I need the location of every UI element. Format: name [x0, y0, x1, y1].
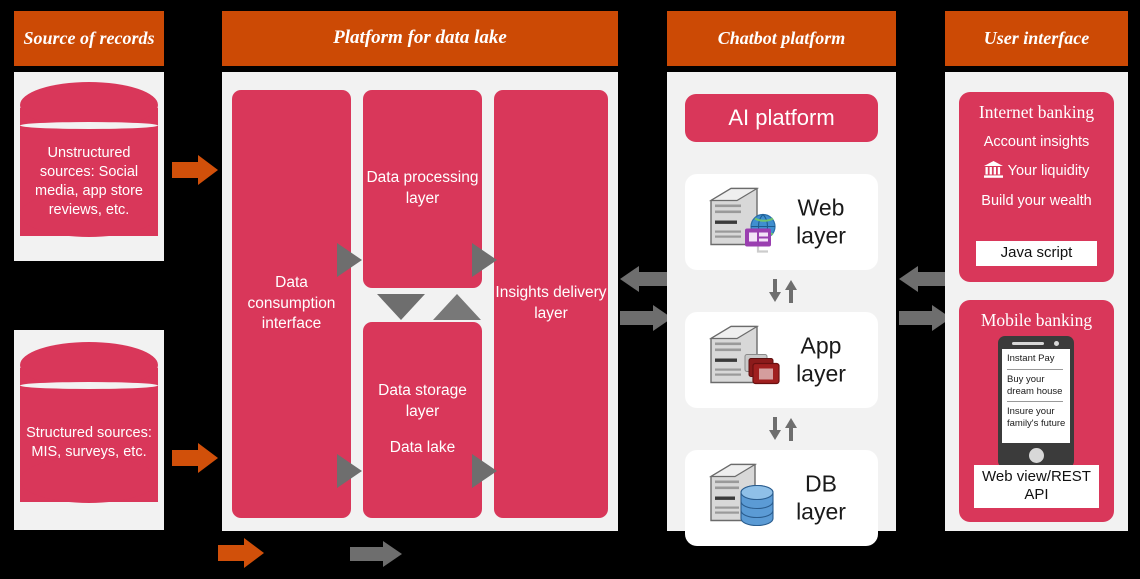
internet-banking-item-your-liquidity-label: Your liquidity [1007, 163, 1090, 179]
column-header-user-interface-label: User interface [983, 27, 1090, 48]
arrow-head [244, 538, 264, 568]
arrow-shaft [172, 162, 200, 178]
card-mobile-banking-title: Mobile banking [980, 310, 1093, 330]
cylinder-rim-divider [20, 382, 158, 389]
arrow-consumption-to-storage-icon [337, 454, 362, 488]
column-header-source-label: Source of records [23, 27, 155, 48]
legend-orange-arrow-icon [218, 538, 276, 568]
arrow-head [198, 443, 218, 473]
box-data-processing-layer[interactable]: Data processing layer [363, 90, 482, 288]
unstructured-source-label: Unstructured sources: Social media, app … [34, 145, 143, 219]
phone-menu-item-buy-your-dream-house[interactable]: Buy your dream house [1002, 370, 1070, 402]
arrow-consumption-to-processing-icon [337, 243, 362, 277]
arrow-head [198, 155, 218, 185]
chip-java-script[interactable]: Java script [976, 241, 1097, 266]
mobile-phone-illustration: Instant Pay Buy your dream house Insure … [998, 336, 1074, 468]
panel-chatbot-platform: AI platform Web layer App layer DB layer [667, 72, 896, 546]
cylinder-bottom [20, 457, 158, 503]
box-app-layer[interactable]: App layer [685, 312, 878, 408]
box-insights-delivery-layer-label: Insights delivery layer [495, 284, 607, 322]
card-internet-banking[interactable]: Internet banking Account insights Your l… [959, 92, 1114, 282]
arrow-head [620, 266, 639, 292]
arrow-shaft [620, 311, 653, 325]
arrow-unstructured-to-platform-icon [172, 155, 220, 185]
column-header-user-interface: User interface [945, 11, 1128, 66]
diagram-canvas: Source of records Platform for data lake… [0, 0, 1140, 579]
box-data-consumption-interface[interactable]: Data consumption interface [232, 90, 351, 518]
panel-structured-source: Structured sources: MIS, surveys, etc. [14, 330, 164, 530]
bank-building-icon [983, 161, 1003, 182]
card-internet-banking-title: Internet banking [978, 102, 1095, 122]
box-data-storage-layer-content: Data storage layer Data lake [363, 381, 482, 459]
internet-banking-item-build-your-wealth[interactable]: Build your wealth [959, 193, 1114, 209]
phone-menu-item-insure-your-familys-future[interactable]: Insure your family's future [1002, 402, 1070, 434]
arrow-head [899, 266, 918, 292]
chip-web-view-rest-api[interactable]: Web view/REST API [974, 464, 1099, 508]
arrow-platform-to-chatbot-icon [620, 305, 672, 331]
internet-banking-item-your-liquidity[interactable]: Your liquidity [959, 161, 1114, 182]
arrow-storage-to-processing-up-icon [433, 294, 481, 320]
arrow-head [383, 541, 402, 567]
database-cylinder-unstructured: Unstructured sources: Social media, app … [20, 82, 158, 252]
arrow-shaft [218, 545, 246, 561]
phone-speaker [1012, 342, 1044, 345]
column-header-chatbot: Chatbot platform [667, 11, 896, 66]
box-db-layer[interactable]: DB layer [685, 450, 878, 546]
box-data-lake-sublabel: Data lake [389, 439, 456, 457]
internet-banking-item-account-insights[interactable]: Account insights [959, 134, 1114, 150]
server-app-icon [697, 321, 783, 400]
cylinder-rim-divider [20, 122, 158, 129]
column-header-chatbot-label: Chatbot platform [717, 27, 846, 48]
box-ai-platform[interactable]: AI platform [685, 94, 878, 142]
phone-camera-icon [1054, 341, 1059, 346]
database-cylinder-structured: Structured sources: MIS, surveys, etc. [20, 342, 158, 518]
legend-gray-arrow-icon [350, 541, 402, 567]
phone-menu-item-instant-pay[interactable]: Instant Pay [1002, 349, 1070, 369]
structured-source-label: Structured sources: MIS, surveys, etc. [26, 425, 152, 461]
panel-unstructured-source: Unstructured sources: Social media, app … [14, 72, 164, 261]
arrow-app-db-bidirectional-icon [763, 416, 803, 442]
arrow-shaft [172, 450, 200, 466]
column-header-platform: Platform for data lake [222, 11, 618, 66]
column-header-platform-label: Platform for data lake [333, 27, 507, 49]
box-db-layer-label: DB layer [796, 470, 846, 524]
panel-platform-for-data-lake: Data consumption interface Data processi… [222, 72, 618, 531]
box-data-consumption-interface-label: Data consumption interface [247, 274, 336, 333]
arrow-shaft [899, 311, 932, 325]
arrow-web-app-bidirectional-icon [763, 278, 803, 304]
arrow-processing-to-storage-down-icon [377, 294, 425, 320]
arrow-shaft [350, 547, 383, 561]
arrow-chatbot-to-ui-icon [899, 305, 951, 331]
phone-home-button[interactable] [1029, 448, 1044, 463]
arrow-chatbot-to-platform-icon [620, 266, 672, 292]
arrow-ui-to-chatbot-icon [899, 266, 951, 292]
box-data-storage-layer[interactable]: Data storage layer Data lake [363, 322, 482, 518]
box-insights-delivery-layer[interactable]: Insights delivery layer [494, 90, 608, 518]
server-db-icon [697, 459, 783, 538]
box-ai-platform-label: AI platform [728, 105, 835, 130]
box-app-layer-label: App layer [796, 332, 846, 386]
column-header-source: Source of records [14, 11, 164, 66]
box-web-layer-label: Web layer [796, 194, 846, 248]
arrow-storage-to-insights-icon [472, 454, 497, 488]
box-web-layer[interactable]: Web layer [685, 174, 878, 270]
card-mobile-banking[interactable]: Mobile banking Instant Pay Buy your drea… [959, 300, 1114, 522]
arrow-structured-to-platform-icon [172, 443, 220, 473]
box-data-storage-layer-label: Data storage layer [378, 382, 467, 420]
arrow-processing-to-insights-icon [472, 243, 497, 277]
server-web-icon [697, 183, 783, 262]
phone-screen: Instant Pay Buy your dream house Insure … [1002, 349, 1070, 443]
box-data-processing-layer-label: Data processing layer [366, 169, 479, 207]
panel-user-interface: Internet banking Account insights Your l… [945, 72, 1128, 531]
